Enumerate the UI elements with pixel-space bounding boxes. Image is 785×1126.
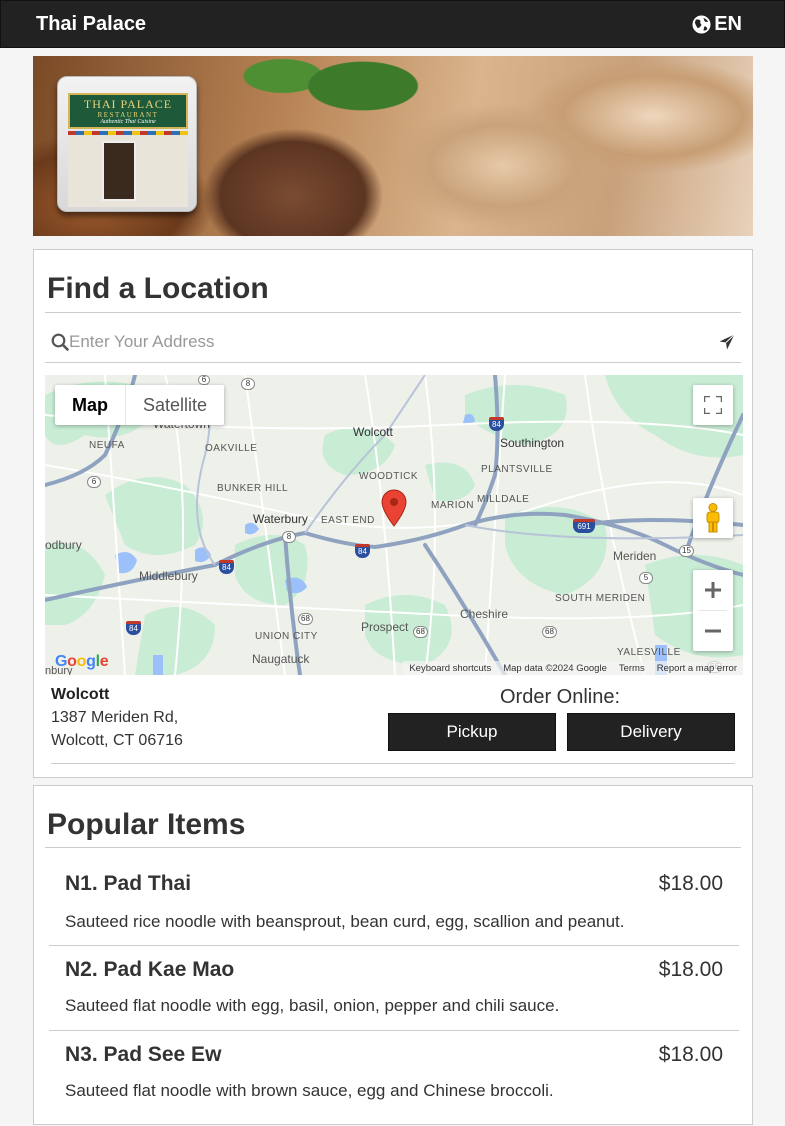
- location-address-line2: Wolcott, CT 06716: [51, 732, 183, 749]
- pickup-button[interactable]: Pickup: [388, 713, 556, 751]
- route-shield: 15: [679, 545, 694, 557]
- keyboard-shortcuts-link[interactable]: Keyboard shortcuts: [403, 663, 497, 674]
- map-type-toggle: Map Satellite: [55, 385, 225, 425]
- route-shield: 8: [241, 378, 255, 390]
- menu-item-price: $18.00: [658, 872, 723, 895]
- menu-item-price: $18.00: [658, 1043, 723, 1066]
- language-label: EN: [714, 13, 742, 35]
- route-shield: 6: [87, 476, 101, 488]
- route-shield: 84: [489, 417, 504, 431]
- street-view-button[interactable]: [693, 498, 733, 538]
- map-data-text: Map data ©2024 Google: [503, 662, 607, 674]
- report-map-error-link[interactable]: Report a map error: [651, 663, 743, 674]
- logo-title: THAI PALACE: [83, 97, 173, 111]
- map-type-map-button[interactable]: Map: [55, 385, 126, 425]
- pegman-icon: [706, 503, 720, 533]
- menu-item[interactable]: N2. Pad Kae Mao $18.00 Sauteed flat nood…: [49, 946, 739, 1031]
- logo-tagline: Authentic Thai Cuisine: [100, 119, 156, 125]
- find-location-title: Find a Location: [47, 272, 269, 305]
- location-marker-icon[interactable]: [381, 489, 407, 527]
- plus-icon: [705, 582, 721, 598]
- menu-item[interactable]: N1. Pad Thai $18.00 Sauteed rice noodle …: [49, 848, 739, 946]
- fullscreen-button[interactable]: [693, 385, 733, 425]
- globe-icon: [692, 15, 711, 34]
- brand-name[interactable]: Thai Palace: [36, 13, 146, 36]
- popular-items-card: Popular Items N1. Pad Thai $18.00 Sautee…: [33, 785, 753, 1125]
- route-shield: 5: [639, 572, 653, 584]
- minus-icon: [705, 629, 721, 633]
- logo-subtitle: RESTAURANT: [97, 111, 159, 119]
- route-shield: 68: [542, 626, 557, 638]
- order-online-label: Order Online:: [500, 686, 621, 708]
- logo-door: [102, 141, 136, 201]
- location-name: Wolcott: [51, 686, 110, 703]
- route-shield: 6: [198, 375, 210, 385]
- address-search: [45, 312, 741, 363]
- search-icon: [51, 333, 69, 351]
- logo-sign: THAI PALACE RESTAURANT Authentic Thai Cu…: [68, 93, 188, 129]
- hero-banner: THAI PALACE RESTAURANT Authentic Thai Cu…: [33, 56, 753, 236]
- terms-link[interactable]: Terms: [613, 663, 651, 674]
- menu-item-name: N3. Pad See Ew: [65, 1043, 222, 1066]
- google-logo: Google: [55, 653, 109, 670]
- location-map[interactable]: Watertown NEUFA OAKVILLE Wolcott Southin…: [45, 375, 743, 675]
- zoom-controls: [693, 570, 733, 651]
- language-selector[interactable]: EN: [692, 13, 742, 36]
- route-shield: 68: [298, 613, 313, 625]
- location-address-line1: 1387 Meriden Rd,: [51, 709, 179, 726]
- route-shield: 84: [355, 544, 370, 558]
- route-shield: 8: [282, 531, 296, 543]
- map-type-satellite-button[interactable]: Satellite: [126, 385, 224, 425]
- route-shield: 68: [413, 626, 428, 638]
- menu-item-description: Sauteed flat noodle with egg, basil, oni…: [65, 996, 560, 1015]
- map-attribution: Keyboard shortcuts Map data ©2024 Google…: [403, 661, 743, 675]
- menu-item-price: $18.00: [658, 958, 723, 981]
- address-input[interactable]: [69, 328, 689, 356]
- find-location-card: Find a Location Enter Your Address NEUFA…: [33, 249, 753, 778]
- location-divider: [51, 763, 735, 764]
- top-navbar: Thai Palace EN: [0, 0, 785, 48]
- fullscreen-icon: [704, 396, 722, 414]
- menu-item-name: N1. Pad Thai: [65, 872, 192, 895]
- delivery-button[interactable]: Delivery: [567, 713, 735, 751]
- menu-item-description: Sauteed flat noodle with brown sauce, eg…: [65, 1081, 554, 1100]
- zoom-in-button[interactable]: [693, 570, 733, 610]
- menu-item[interactable]: N3. Pad See Ew $18.00 Sauteed flat noodl…: [49, 1031, 739, 1126]
- menu-item-description: Sauteed rice noodle with beansprout, bea…: [65, 912, 625, 931]
- route-shield: 84: [126, 621, 141, 635]
- route-shield: 691: [573, 519, 595, 533]
- send-location-icon[interactable]: [719, 334, 735, 350]
- route-shield: 84: [219, 560, 234, 574]
- menu-item-name: N2. Pad Kae Mao: [65, 958, 235, 981]
- zoom-out-button[interactable]: [693, 611, 733, 651]
- popular-items-title: Popular Items: [47, 808, 246, 841]
- restaurant-logo: THAI PALACE RESTAURANT Authentic Thai Cu…: [57, 76, 197, 212]
